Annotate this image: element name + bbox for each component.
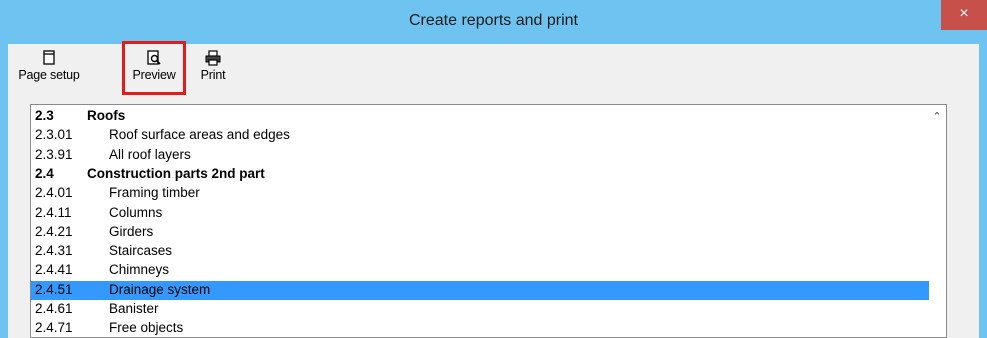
close-button[interactable]: × bbox=[941, 0, 987, 30]
print-label: Print bbox=[200, 68, 226, 82]
item-code: 2.4.01 bbox=[35, 185, 73, 201]
toolbar: Page setup Preview Print bbox=[8, 41, 979, 98]
item-code: 2.4.71 bbox=[35, 320, 73, 336]
list-item[interactable]: 2.4.51 Drainage system bbox=[31, 280, 929, 300]
item-code: 2.3 bbox=[35, 108, 54, 123]
item-name: Girders bbox=[109, 223, 154, 239]
item-name: All roof layers bbox=[109, 146, 191, 162]
item-code: 2.4.41 bbox=[35, 262, 73, 278]
report-list[interactable]: ⌃ 2.3 Roofs 2.3.01 Roof surface areas and e… bbox=[30, 104, 947, 338]
item-code: 2.4.61 bbox=[35, 301, 73, 316]
page-setup-icon bbox=[43, 50, 55, 65]
list-item[interactable]: 2.4.61 Banister bbox=[31, 300, 929, 319]
window-title: Create reports and print bbox=[409, 12, 578, 29]
item-code: 2.4.31 bbox=[35, 243, 73, 259]
list-item[interactable]: 2.3.91 All roof layers bbox=[31, 146, 929, 165]
item-name: Framing timber bbox=[109, 185, 200, 201]
item-code: 2.4.51 bbox=[35, 281, 73, 297]
list-item[interactable]: 2.4.11 Columns bbox=[31, 204, 929, 223]
list-section-header[interactable]: 2.3 Roofs bbox=[31, 107, 929, 126]
scroll-up-icon[interactable]: ⌃ bbox=[928, 105, 946, 129]
list-item[interactable]: 2.4.71 Free objects bbox=[31, 319, 929, 337]
list-item[interactable]: 2.4.01 Framing timber bbox=[31, 184, 929, 203]
item-name: Chimneys bbox=[109, 262, 170, 278]
item-code: 2.3.91 bbox=[35, 146, 73, 162]
list-section-header[interactable]: 2.4 Construction parts 2nd part bbox=[31, 165, 929, 184]
list-item[interactable]: 2.4.41 Chimneys bbox=[31, 261, 929, 280]
item-name: Columns bbox=[109, 204, 163, 220]
item-code: 2.3.01 bbox=[35, 127, 73, 143]
preview-button[interactable]: Preview bbox=[122, 41, 186, 95]
list-item[interactable]: 2.4.21 Girders bbox=[31, 223, 929, 242]
item-code: 2.4.21 bbox=[35, 223, 73, 239]
page-setup-button[interactable]: Page setup bbox=[8, 44, 90, 94]
item-name: Banister bbox=[109, 301, 159, 316]
print-icon bbox=[205, 50, 221, 66]
preview-label: Preview bbox=[132, 68, 176, 82]
item-code: 2.4.11 bbox=[35, 204, 72, 220]
list-item[interactable]: 2.4.31 Staircases bbox=[31, 242, 929, 261]
item-name: Staircases bbox=[109, 243, 173, 259]
item-name: Drainage system bbox=[109, 281, 211, 297]
title-bar: Create reports and print × bbox=[0, 0, 987, 44]
item-name: Construction parts 2nd part bbox=[87, 165, 265, 181]
close-icon: × bbox=[959, 5, 969, 22]
print-button[interactable]: Print bbox=[193, 44, 233, 94]
item-name: Free objects bbox=[109, 320, 184, 336]
item-code: 2.4 bbox=[35, 165, 54, 181]
item-name: Roof surface areas and edges bbox=[109, 127, 290, 143]
item-name: Roofs bbox=[87, 108, 126, 123]
list-item[interactable]: 2.3.01 Roof surface areas and edges bbox=[31, 126, 929, 145]
page-setup-label: Page setup bbox=[18, 68, 80, 82]
preview-icon bbox=[147, 50, 161, 65]
